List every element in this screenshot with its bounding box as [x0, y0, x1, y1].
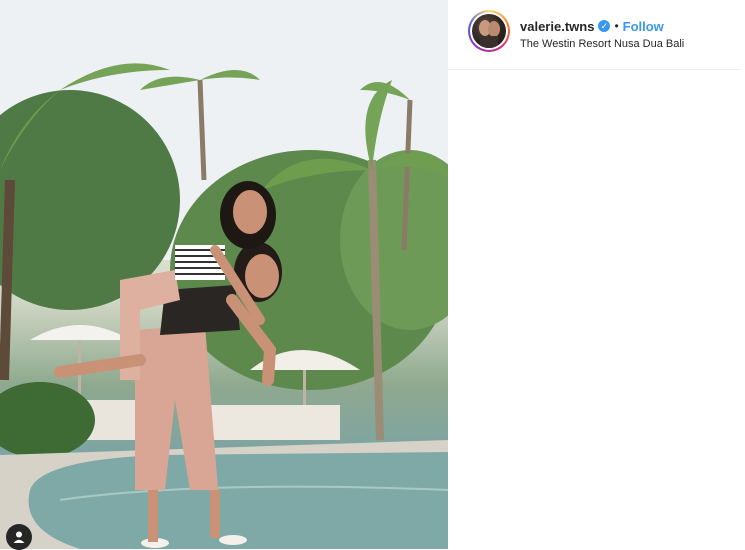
verified-badge-icon: ✓ [598, 20, 611, 32]
header-row: valerie.twns ✓ • Follow [520, 18, 684, 34]
avatar[interactable] [468, 10, 510, 52]
post-header: valerie.twns ✓ • Follow The Westin Resor… [448, 0, 741, 70]
person-icon [13, 531, 25, 543]
avatar-border [470, 12, 508, 50]
post-photo-scene [0, 0, 448, 549]
follow-button[interactable]: Follow [623, 19, 664, 34]
header-text: valerie.twns ✓ • Follow The Westin Resor… [520, 18, 684, 51]
separator-dot: • [614, 19, 619, 33]
user-tag-icon[interactable] [6, 524, 32, 550]
avatar-image [472, 14, 506, 48]
avatar-photo [479, 20, 500, 48]
location-link[interactable]: The Westin Resort Nusa Dua Bali [520, 38, 684, 50]
post-side-panel: valerie.twns ✓ • Follow The Westin Resor… [448, 0, 745, 549]
post-photo[interactable] [0, 0, 448, 549]
username-link[interactable]: valerie.twns [520, 19, 594, 34]
